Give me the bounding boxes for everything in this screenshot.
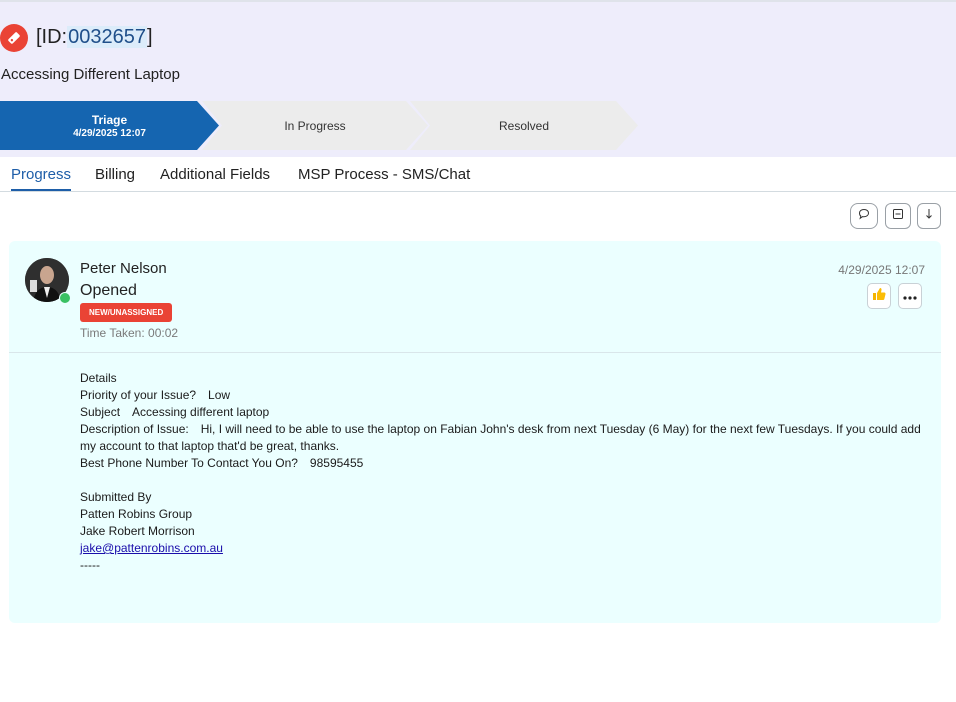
tab-progress[interactable]: Progress xyxy=(11,166,72,191)
tab-msp-process[interactable]: MSP Process - SMS/Chat xyxy=(298,166,470,189)
separator-text: ----- xyxy=(80,558,100,572)
activity-entry: Peter Nelson Opened NEW/UNASSIGNED Time … xyxy=(9,241,941,623)
entry-details: Details Priority of your Issue? Low Subje… xyxy=(80,370,930,574)
tab-billing[interactable]: Billing xyxy=(95,166,135,189)
stage-triage[interactable]: Triage 4/29/2025 12:07 xyxy=(0,101,219,150)
phone-line: Best Phone Number To Contact You On? 9859… xyxy=(80,456,364,470)
sort-button[interactable] xyxy=(917,203,941,229)
tab-bar: Progress Billing Additional Fields MSP P… xyxy=(0,158,956,192)
details-heading: Details xyxy=(80,371,117,385)
entry-action: Opened xyxy=(80,282,137,299)
submitted-by-label: Submitted By xyxy=(80,490,152,504)
submitter-name: Jake Robert Morrison xyxy=(80,524,195,538)
online-status-dot xyxy=(59,292,71,304)
stage-resolved[interactable]: Resolved xyxy=(410,101,638,150)
priority-line: Priority of your Issue? Low xyxy=(80,388,231,402)
comment-icon xyxy=(858,207,870,225)
company-name: Patten Robins Group xyxy=(80,507,193,521)
email-link[interactable]: jake@pattenrobins.com.au xyxy=(80,541,223,555)
time-taken: Time Taken: 00:02 xyxy=(80,326,179,340)
add-comment-button[interactable] xyxy=(850,203,878,229)
divider xyxy=(9,352,941,353)
sort-down-icon xyxy=(924,207,934,225)
ticket-title: Accessing Different Laptop xyxy=(1,66,180,83)
stage-label: Resolved xyxy=(498,118,550,133)
more-dots-icon xyxy=(903,287,917,305)
ticket-icon xyxy=(0,24,28,52)
entry-timestamp: 4/29/2025 12:07 xyxy=(838,263,925,277)
stage-date: 4/29/2025 12:07 xyxy=(73,127,146,139)
stage-in-progress[interactable]: In Progress xyxy=(202,101,428,150)
tab-additional-fields[interactable]: Additional Fields xyxy=(160,166,270,189)
status-badge: NEW/UNASSIGNED xyxy=(80,303,173,322)
stage-label: Triage xyxy=(91,112,128,127)
ticket-header: [ID:0032657] Accessing Different Laptop … xyxy=(0,0,956,157)
ticket-id: [ID:0032657] xyxy=(36,26,153,48)
stage-progress-bar: Triage 4/29/2025 12:07 In Progress Resol… xyxy=(0,101,640,150)
collapse-icon xyxy=(892,207,904,225)
subject-line: Subject Accessing different laptop xyxy=(80,405,270,419)
thumbs-up-icon xyxy=(871,286,887,307)
description-line: Description of Issue: Hi, I will need to … xyxy=(80,422,921,453)
stage-label: In Progress xyxy=(284,118,346,133)
author-name: Peter Nelson xyxy=(80,260,167,277)
like-button[interactable] xyxy=(867,283,891,309)
ticket-id-number: 0032657 xyxy=(67,26,147,48)
collapse-button[interactable] xyxy=(885,203,911,229)
more-options-button[interactable] xyxy=(898,283,922,309)
